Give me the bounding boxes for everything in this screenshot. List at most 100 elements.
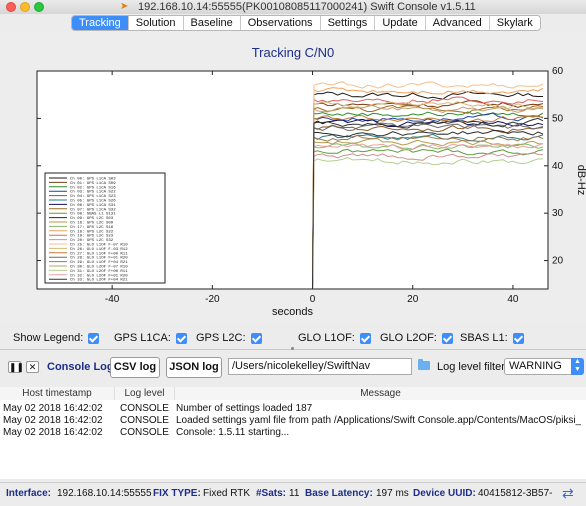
legend-entry: Ch 07: GPS L1CA S32	[70, 207, 116, 212]
glo-l2of-control[interactable]: GLO L2OF:	[380, 332, 453, 344]
x-tick-label: 40	[507, 294, 519, 305]
tab-solution[interactable]: Solution	[129, 16, 184, 30]
legend-entry: Ch 31: GLO L2OF F+00 R11	[70, 269, 128, 274]
gps-l1ca-control[interactable]: GPS L1CA:	[114, 332, 187, 344]
y-axis-label: dB-Hz	[575, 165, 586, 196]
pause-icon[interactable]: ❚❚	[8, 361, 24, 373]
device-uuid-value: 40415812-3B57-	[478, 488, 553, 499]
tab-settings[interactable]: Settings	[321, 16, 376, 30]
console-log-label: Console Log	[47, 361, 114, 373]
legend-entry: Ch 09: GPS L2C S03	[70, 216, 114, 221]
legend-entry: Ch 20: GPS L2C S32	[70, 238, 114, 243]
base-latency-label: Base Latency:	[305, 488, 373, 499]
minimize-window-button[interactable]	[20, 2, 30, 12]
legend-entry: Ch 02: GPS L1CA S16	[70, 185, 116, 190]
title-bar: ➤ 192.168.10.14:55555(PK0010808511700024…	[0, 0, 586, 14]
show-legend-label: Show Legend:	[13, 332, 84, 344]
legend-entry: Ch 18: GPS L2C S22	[70, 229, 114, 234]
legend-controls: Show Legend: GPS L1CA: GPS L2C: GLO L1OF…	[0, 330, 586, 348]
x-tick-label: 20	[407, 294, 419, 305]
tab-baseline[interactable]: Baseline	[184, 16, 241, 30]
y-tick-label: 40	[552, 161, 564, 172]
legend-entry: Ch 04: GPS L1CA S23	[70, 194, 116, 199]
folder-icon[interactable]	[418, 359, 430, 370]
legend-entry: Ch 33: GLO L2OF F+04 R21	[70, 278, 128, 283]
y-tick-label: 50	[552, 113, 564, 124]
column-header-message[interactable]: Message	[175, 387, 586, 400]
glo-l2of-checkbox[interactable]	[441, 332, 453, 344]
refresh-icon[interactable]: ⇄	[562, 485, 574, 502]
json-log-button[interactable]: JSON log	[166, 357, 222, 378]
gps-l1ca-label: GPS L1CA:	[114, 332, 171, 344]
column-header-timestamp[interactable]: Host timestamp	[0, 387, 115, 400]
glo-l1of-control[interactable]: GLO L1OF:	[298, 332, 371, 344]
tab-update[interactable]: Update	[375, 16, 426, 30]
sats-value: 11	[289, 488, 300, 499]
interface-value: 192.168.10.14:55555	[57, 488, 152, 499]
log-level-value: WARNING	[509, 360, 562, 372]
log-row-timestamp: May 02 2018 16:42:02	[3, 415, 103, 426]
tab-bar: Tracking Solution Baseline Observations …	[71, 15, 541, 31]
legend-entry: Ch 00: GPS L1CA S03	[70, 177, 116, 182]
gps-l1ca-checkbox[interactable]	[175, 332, 187, 344]
log-row-level: CONSOLE	[120, 415, 169, 426]
y-tick-label: 60	[552, 66, 564, 77]
legend-entry: Ch 19: GPS L2C S23	[70, 234, 114, 239]
log-path-input[interactable]: /Users/nicolekelley/SwiftNav	[228, 358, 412, 375]
splitter-handle-icon[interactable]	[291, 347, 294, 350]
log-row-message: Console: 1.5.11 starting...	[176, 427, 290, 438]
glo-l1of-checkbox[interactable]	[359, 332, 371, 344]
close-window-button[interactable]	[6, 2, 16, 12]
log-level-select[interactable]: WARNING ▲ ▼	[504, 358, 584, 375]
gps-l2c-label: GPS L2C:	[196, 332, 246, 344]
console-toolbar: ❚❚ ✕ Console Log CSV log JSON log /Users…	[0, 354, 586, 380]
y-tick-label: 20	[552, 256, 564, 267]
log-level-filter-label: Log level filter:	[437, 361, 508, 373]
tab-skylark[interactable]: Skylark	[490, 16, 540, 30]
show-legend-checkbox[interactable]	[88, 332, 100, 344]
legend-entry: Ch 01: GPS L1CA S09	[70, 181, 116, 186]
zoom-window-button[interactable]	[34, 2, 44, 12]
legend-entry: Ch 17: GPS L2C S16	[70, 225, 114, 230]
base-latency-value: 197 ms	[376, 488, 409, 499]
glo-l2of-label: GLO L2OF:	[380, 332, 437, 344]
glo-l1of-label: GLO L1OF:	[298, 332, 355, 344]
app-icon: ➤	[120, 1, 129, 12]
sbas-l1-label: SBAS L1:	[460, 332, 508, 344]
tab-observations[interactable]: Observations	[241, 16, 321, 30]
interface-label: Interface:	[6, 488, 52, 499]
legend-entry: Ch 16: GPS L2C S09	[70, 221, 114, 226]
tab-advanced[interactable]: Advanced	[426, 16, 490, 30]
tab-tracking[interactable]: Tracking	[72, 16, 129, 30]
legend-entry: Ch 06: GPS L1CA S31	[70, 203, 116, 208]
log-row-message: Loaded settings yaml file from path /App…	[176, 415, 581, 426]
show-legend-control[interactable]: Show Legend:	[13, 332, 100, 344]
gps-l2c-control[interactable]: GPS L2C:	[196, 332, 262, 344]
x-tick-label: -20	[205, 294, 220, 305]
status-bar: Interface: 192.168.10.14:55555 FIX TYPE:…	[0, 482, 586, 502]
close-icon[interactable]: ✕	[26, 361, 39, 373]
legend-entry: Ch 08: SBAS L1 S131	[70, 212, 116, 217]
sbas-l1-checkbox[interactable]	[512, 332, 524, 344]
log-row-level: CONSOLE	[120, 427, 169, 438]
legend-entry: Ch 25: GLO L1OF F-07 R10	[70, 243, 128, 248]
log-row-timestamp: May 02 2018 16:42:02	[3, 427, 103, 438]
log-row-timestamp: May 02 2018 16:42:02	[3, 403, 103, 414]
column-header-level[interactable]: Log level	[115, 387, 175, 400]
y-tick-label: 30	[552, 208, 564, 219]
log-row-message: Number of settings loaded 187	[176, 403, 313, 414]
csv-log-button[interactable]: CSV log	[110, 357, 160, 378]
window-title: 192.168.10.14:55555(PK00108085117000241)…	[138, 1, 476, 13]
legend-entry: Ch 30: GLO L2OF F-07 R10	[70, 265, 128, 270]
log-table: Host timestamp Log level Message May 02 …	[0, 387, 586, 479]
gps-l2c-checkbox[interactable]	[250, 332, 262, 344]
legend-entry: Ch 27: GLO L1OF F+00 R11	[70, 251, 128, 256]
x-tick-label: 0	[310, 294, 316, 305]
legend-entry: Ch 28: GLO L1OF F+01 R20	[70, 256, 128, 261]
device-uuid-label: Device UUID:	[413, 488, 476, 499]
sats-label: #Sats:	[256, 488, 287, 499]
legend-entry: Ch 29: GLO L1OF F+04 R21	[70, 260, 128, 265]
sbas-l1-control[interactable]: SBAS L1:	[460, 332, 524, 344]
fix-type-label: FIX TYPE:	[153, 488, 201, 499]
chevron-updown-icon[interactable]: ▲ ▼	[571, 358, 584, 375]
